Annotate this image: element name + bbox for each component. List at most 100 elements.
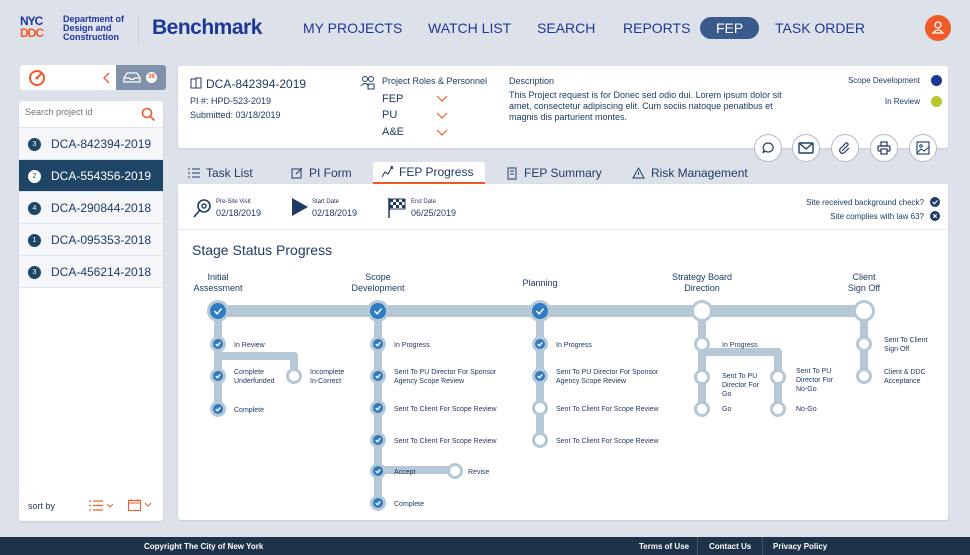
stage-label: Planning xyxy=(522,278,557,288)
warning-icon xyxy=(632,167,645,179)
step-node xyxy=(373,466,383,476)
stage-label: Sign Off xyxy=(848,283,881,293)
step-node xyxy=(535,339,545,349)
tab-pi-form[interactable]: PI Form xyxy=(283,162,360,184)
step-node xyxy=(450,466,460,476)
stage-node xyxy=(532,303,548,319)
project-id: DCA-554356-2019 xyxy=(51,169,152,183)
project-list-item-selected[interactable]: 2 DCA-554356-2019 xyxy=(19,160,163,192)
dashboard-gauge-icon[interactable] xyxy=(28,69,46,87)
mail-icon xyxy=(798,142,814,154)
terms-link[interactable]: Terms of Use xyxy=(639,542,689,551)
step-node xyxy=(213,404,223,414)
project-id: DCA-842394-2019 xyxy=(51,137,152,151)
step-label: Sent To PU Director For Sponsor xyxy=(394,369,497,376)
project-id: DCA-456214-2018 xyxy=(51,265,152,279)
step-label: In Progress xyxy=(556,342,592,349)
project-info-card: DCA-842394-2019 PI #: HPD-523-2019 Submi… xyxy=(178,66,948,148)
step-label: Sent To Client For Scope Review xyxy=(394,438,498,445)
image-button[interactable] xyxy=(909,134,937,162)
stage-label: Assessment xyxy=(193,283,243,293)
project-sidebar: 3 DCA-842394-2019 2 DCA-554356-2019 4 DCA-2… xyxy=(19,101,163,521)
tab-risk-management[interactable]: Risk Management xyxy=(624,162,756,184)
calendar-icon xyxy=(128,499,141,511)
nav-search[interactable]: SEARCH xyxy=(537,20,595,36)
mail-button[interactable] xyxy=(792,134,820,162)
stage-progress-flow: InitialAssessment ScopeDevelopment Plannin… xyxy=(193,272,928,511)
privacy-link[interactable]: Privacy Policy xyxy=(773,542,827,551)
project-list-item[interactable]: 3 DCA-456214-2018 xyxy=(19,256,163,288)
footer-divider xyxy=(697,537,698,555)
review-status-dot xyxy=(931,96,942,107)
step-label: Accept xyxy=(394,469,415,476)
stage-node xyxy=(370,303,386,319)
nav-watch-list[interactable]: WATCH LIST xyxy=(428,20,511,36)
sort-by-date-button[interactable] xyxy=(128,499,152,511)
step-label: Complete xyxy=(394,501,424,508)
nav-task-order[interactable]: TASK ORDER xyxy=(775,20,865,36)
step-label: Sent To PU Director For Sponsor xyxy=(556,369,659,376)
attach-button[interactable] xyxy=(831,134,859,162)
submitted-date: Submitted: 03/18/2019 xyxy=(190,110,281,120)
stage-label: Direction xyxy=(684,283,720,293)
attach-icon xyxy=(839,142,850,154)
footer: Copyright The City of New York Terms of … xyxy=(0,537,970,555)
edit-icon xyxy=(291,167,303,179)
inbox-icon xyxy=(123,72,141,83)
tab-label: FEP Progress xyxy=(399,165,474,179)
nav-my-projects[interactable]: MY PROJECTS xyxy=(303,20,402,36)
project-list-item[interactable]: 4 DCA-290844-2018 xyxy=(19,192,163,224)
role-fep-label: FEP xyxy=(382,93,404,105)
step-label: Sent To Client For Scope Review xyxy=(394,406,498,413)
step-node xyxy=(373,498,383,508)
step-node xyxy=(697,404,707,414)
role-ae-label: A&E xyxy=(382,126,405,138)
inbox-button[interactable]: 38 xyxy=(116,65,166,90)
search-project-input[interactable] xyxy=(25,107,135,117)
stage-label: Strategy Board xyxy=(672,272,732,282)
chevron-down-icon[interactable] xyxy=(436,95,448,102)
fep-progress-panel: Pre-Site Visit 02/18/2019 Start Date 02/… xyxy=(178,184,948,520)
stage-status-dot xyxy=(931,75,942,86)
user-avatar-button[interactable] xyxy=(925,15,951,41)
contact-link[interactable]: Contact Us xyxy=(709,542,751,551)
sort-by-list-button[interactable] xyxy=(89,500,114,511)
step-node xyxy=(373,339,383,349)
stage-node xyxy=(694,303,710,319)
step-label: Sent To Client For Scope Review xyxy=(556,406,660,413)
chevron-down-icon xyxy=(106,503,114,508)
step-node xyxy=(535,403,545,413)
tab-label: Task List xyxy=(206,166,253,180)
tab-fep-summary[interactable]: FEP Summary xyxy=(499,162,610,184)
print-button[interactable] xyxy=(870,134,898,162)
step-node xyxy=(213,339,223,349)
user-icon xyxy=(931,21,945,34)
chevron-down-icon[interactable] xyxy=(436,112,448,119)
collapse-chevron-left-icon[interactable] xyxy=(102,72,110,84)
role-pu-label: PU xyxy=(382,109,398,121)
project-id: DCA-095353-2018 xyxy=(51,233,152,247)
copyright: Copyright The City of New York xyxy=(144,542,264,551)
project-id-title: DCA-842394-2019 xyxy=(206,77,307,91)
project-list-item[interactable]: 3 DCA-842394-2019 xyxy=(19,128,163,160)
tab-fep-progress[interactable]: FEP Progress xyxy=(373,162,485,184)
search-icon[interactable] xyxy=(141,107,156,122)
step-label: In Progress xyxy=(394,342,430,349)
step-label: Go xyxy=(722,391,731,398)
tab-task-list[interactable]: Task List xyxy=(180,162,261,184)
step-label: In Progress xyxy=(722,342,758,349)
nav-reports[interactable]: REPORTS xyxy=(623,20,690,36)
building-icon xyxy=(190,77,202,89)
task-count-badge: 1 xyxy=(28,234,41,247)
description-text: This Project request is for Donec sed od… xyxy=(509,90,782,122)
nav-fep[interactable]: FEP xyxy=(700,17,760,39)
step-label: Director For xyxy=(722,382,760,389)
project-list-item[interactable]: 1 DCA-095353-2018 xyxy=(19,224,163,256)
step-label: Agency Scope Review xyxy=(394,378,465,385)
chevron-down-icon[interactable] xyxy=(436,129,448,136)
task-count-badge: 3 xyxy=(28,266,41,279)
step-node xyxy=(859,371,869,381)
comment-button[interactable] xyxy=(754,134,782,162)
step-label: In-Correct xyxy=(310,378,341,385)
task-count-badge: 4 xyxy=(28,202,41,215)
